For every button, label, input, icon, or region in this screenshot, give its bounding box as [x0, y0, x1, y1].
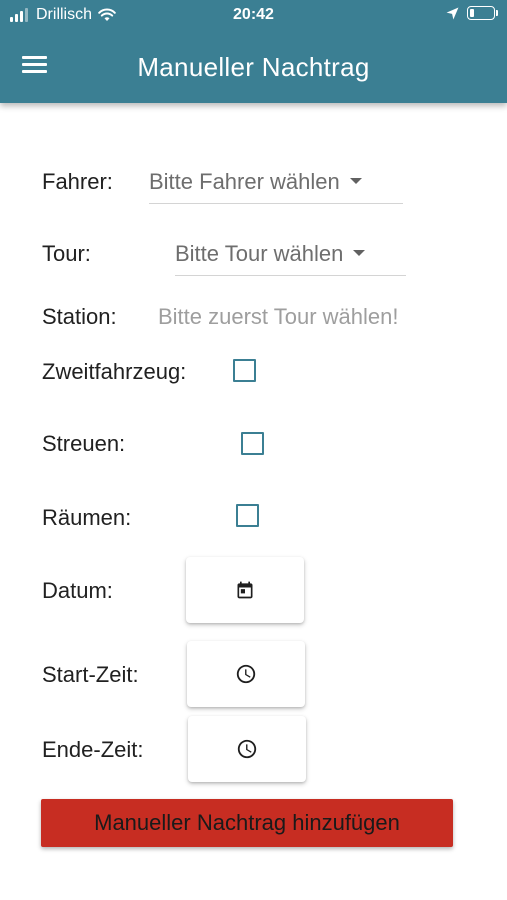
station-label: Station:	[42, 304, 117, 329]
streuen-checkbox[interactable]	[241, 432, 264, 455]
raeumen-label: Räumen:	[42, 505, 132, 530]
add-manual-entry-button[interactable]: Manueller Nachtrag hinzufügen	[41, 799, 453, 847]
fahrer-dropdown-value: Bitte Fahrer wählen	[149, 169, 340, 194]
clock-icon	[236, 664, 256, 684]
battery-icon	[467, 6, 498, 20]
tour-dropdown-value: Bitte Tour wählen	[175, 241, 344, 266]
dropdown-arrow-icon	[353, 250, 366, 257]
streuen-label: Streuen:	[42, 431, 126, 456]
datum-picker-button[interactable]	[186, 557, 304, 623]
start-zeit-picker-button[interactable]	[187, 641, 305, 707]
ende-zeit-label: Ende-Zeit:	[42, 737, 144, 762]
tour-label: Tour:	[42, 241, 91, 266]
raeumen-checkbox[interactable]	[236, 504, 259, 527]
station-hint: Bitte zuerst Tour wählen!	[158, 304, 399, 329]
calendar-icon	[237, 581, 253, 599]
clock-icon	[237, 739, 257, 759]
location-arrow-icon	[446, 7, 459, 19]
ende-zeit-picker-button[interactable]	[188, 716, 306, 782]
tour-dropdown[interactable]: Bitte Tour wählen	[175, 241, 406, 276]
status-time: 20:42	[233, 6, 274, 23]
datum-label: Datum:	[42, 578, 113, 603]
start-zeit-label: Start-Zeit:	[42, 662, 139, 687]
header: Drillisch 20:42 Manueller Nachtrag	[0, 0, 507, 103]
status-bar: Drillisch 20:42	[0, 0, 507, 32]
zweitfahrzeug-label: Zweitfahrzeug:	[42, 359, 187, 384]
dropdown-arrow-icon	[349, 178, 362, 185]
fahrer-dropdown[interactable]: Bitte Fahrer wählen	[149, 169, 403, 204]
app-bar: Manueller Nachtrag	[0, 32, 507, 103]
page-title: Manueller Nachtrag	[137, 52, 370, 82]
zweitfahrzeug-checkbox[interactable]	[233, 359, 256, 382]
fahrer-label: Fahrer:	[42, 169, 113, 194]
